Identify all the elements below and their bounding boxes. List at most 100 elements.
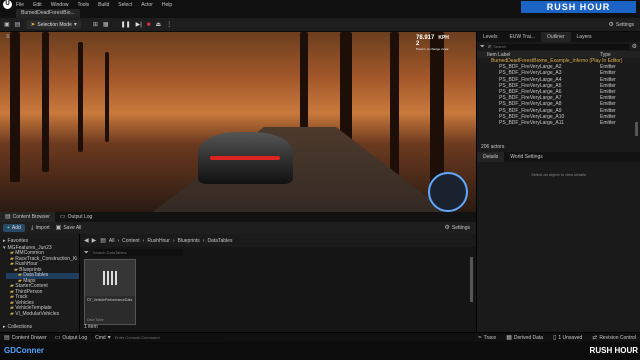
search-icon: ⌕ [487,43,492,50]
hamburger-icon[interactable]: ≡ [6,34,10,40]
tab-details[interactable]: Details [477,152,505,162]
col-type[interactable]: Type [600,52,640,58]
tree-trunk [10,32,20,182]
datatable-icon [85,260,135,296]
chevron-down-icon: ▾ [107,334,111,341]
selection-mode-button[interactable]: ➤ Selection Mode ▾ [26,20,81,29]
settings-label: Settings [615,21,634,28]
content-browser-tabs: ▤ Content Browser ▭ Output Log [0,212,476,222]
menu-file[interactable]: File [16,2,24,8]
folder-icon[interactable]: ▤ [15,22,21,28]
settings-button[interactable]: ⚙ Settings [609,22,634,28]
cmd-dropdown[interactable]: Cmd ▾ [95,335,111,341]
details-tabbar: Details World Settings [477,152,640,162]
drawer-icon: ▤ [4,334,10,341]
save-icon[interactable]: ▣ [4,22,10,28]
details-panel: Details World Settings Select an object … [476,152,640,332]
menu-build[interactable]: Build [98,2,109,8]
speed-unit: KPH [438,35,449,41]
log-icon: ▭ [54,334,61,341]
viewport-options: ≡ [6,34,10,40]
path-content[interactable]: Content [122,238,140,244]
collections-header[interactable]: ▸ Collections [3,324,32,330]
derived-data-button[interactable]: ▦ Derived Data [506,335,543,341]
filter-icon[interactable]: ⏷ [480,44,485,50]
blueprint-icon[interactable]: ⊞ [93,22,98,28]
asset-filter-row: ⏷ [84,248,472,257]
tree-trunk [42,32,49,172]
main-toolbar: ▣ ▤ ➤ Selection Mode ▾ ⊞ ▦ ❚❚ ▶| ■ ⏏ ⋮ ⚙… [0,18,640,32]
content-drawer-button[interactable]: ▤ Content Drawer [4,335,47,341]
save-icon: ▣ [55,225,62,231]
grid-scrollbar[interactable] [470,257,473,302]
outliner-search-input[interactable] [493,43,629,50]
item-count: 1 item [84,324,98,330]
tab-content-browser[interactable]: ▤ Content Browser [0,212,55,222]
menu-actor[interactable]: Actor [141,2,153,8]
revision-icon: ⇄ [592,334,598,341]
chevron-down-icon: ▾ [73,21,77,28]
path-datatables[interactable]: DataTables [207,238,232,244]
folder-tree-panel: ▸ Favorites ▾ MGFeatures_Jun23 ▰ MMCommo… [0,234,80,332]
col-item-label[interactable]: Item Label [487,52,600,58]
path-blueprints[interactable]: Blueprints [178,238,200,244]
folder-icon: ▤ [5,214,11,220]
cb-settings-button[interactable]: ⚙ Settings [445,225,470,231]
path-rushhour[interactable]: RushHour [147,238,170,244]
gear-icon: ⚙ [444,225,450,231]
view-hint: Press L to change views [416,47,449,51]
tail-lights [210,156,280,160]
details-empty-text: Select an object to view details [531,172,586,177]
output-log-button[interactable]: ▭ Output Log [55,335,87,341]
folder-tree-item[interactable]: ▰ Vl_ModularVehicles [6,311,79,318]
watermark-logo: GDConner [4,346,44,355]
tab-outliner[interactable]: Outliner [541,32,571,42]
cursor-icon: ➤ [30,21,36,28]
menu-edit[interactable]: Edit [33,2,42,8]
folder-icon: ▤ [100,237,106,244]
trace-button[interactable]: ≈ Trace [478,335,496,341]
actor-count: 206 actors [481,144,505,150]
log-icon: ▭ [59,214,66,220]
save-all-button[interactable]: ▣ Save All [56,225,82,231]
menu-window[interactable]: Window [51,2,69,8]
outliner-header: Item Label Type [477,51,640,58]
unreal-logo-icon[interactable]: U [3,0,12,9]
path-all[interactable]: All [109,238,115,244]
outliner-search-row: ⏷ ⌕ ⚙ [477,42,640,51]
outliner-panel: Levels EUW Trai... Outliner Layers ⏷ ⌕ ⚙… [476,32,640,152]
gear-icon[interactable]: ⚙ [632,44,637,50]
unsaved-button[interactable]: ▯ 1 Unsaved [553,335,582,341]
cinematics-icon[interactable]: ▦ [103,22,109,28]
filter-icon[interactable]: ⏷ [84,250,89,256]
tab-euw-trai[interactable]: EUW Trai... [503,32,541,42]
sports-car [198,132,293,184]
menu-tools[interactable]: Tools [77,2,89,8]
back-icon[interactable]: ◀ [84,238,89,244]
outliner-row[interactable]: PS_BDF_FireVeryLarge_A11 Emitter [477,120,640,126]
revision-control-button[interactable]: ⇄ Revision Control [592,335,636,341]
plus-icon: + [7,225,10,231]
menu-help[interactable]: Help [162,2,172,8]
level-viewport[interactable]: ≡ 78.917KPH 2 Press L to change views RU… [0,32,476,212]
favorites-header[interactable]: ▸ Favorites [0,237,79,244]
add-button[interactable]: + Add [3,224,25,232]
menu-select[interactable]: Select [118,2,132,8]
tab-layers[interactable]: Layers [571,32,598,42]
more-options-icon[interactable]: ⋮ [166,22,172,28]
asset-search-input[interactable] [92,249,183,256]
tab-output-log[interactable]: ▭ Output Log [55,212,97,222]
tab-world-settings[interactable]: World Settings [504,152,548,162]
tab-levels[interactable]: Levels [477,32,503,42]
outliner-scrollbar[interactable] [635,122,638,136]
skip-icon[interactable]: ▶| [136,22,142,28]
pause-icon[interactable]: ❚❚ [121,22,131,28]
stop-icon[interactable]: ■ [147,22,151,28]
import-button[interactable]: ⤓ Import [31,225,50,231]
level-tab[interactable]: BurnedDeadForestBio... [16,9,80,18]
eject-icon[interactable]: ⏏ [155,22,161,28]
asset-grid: ⏷ DT_VehiclePerformanceData Data Table 1… [80,247,476,332]
console-command-input[interactable] [114,334,225,341]
asset-tile[interactable]: DT_VehiclePerformanceData Data Table [84,259,136,325]
forward-icon[interactable]: ▶ [92,238,97,244]
